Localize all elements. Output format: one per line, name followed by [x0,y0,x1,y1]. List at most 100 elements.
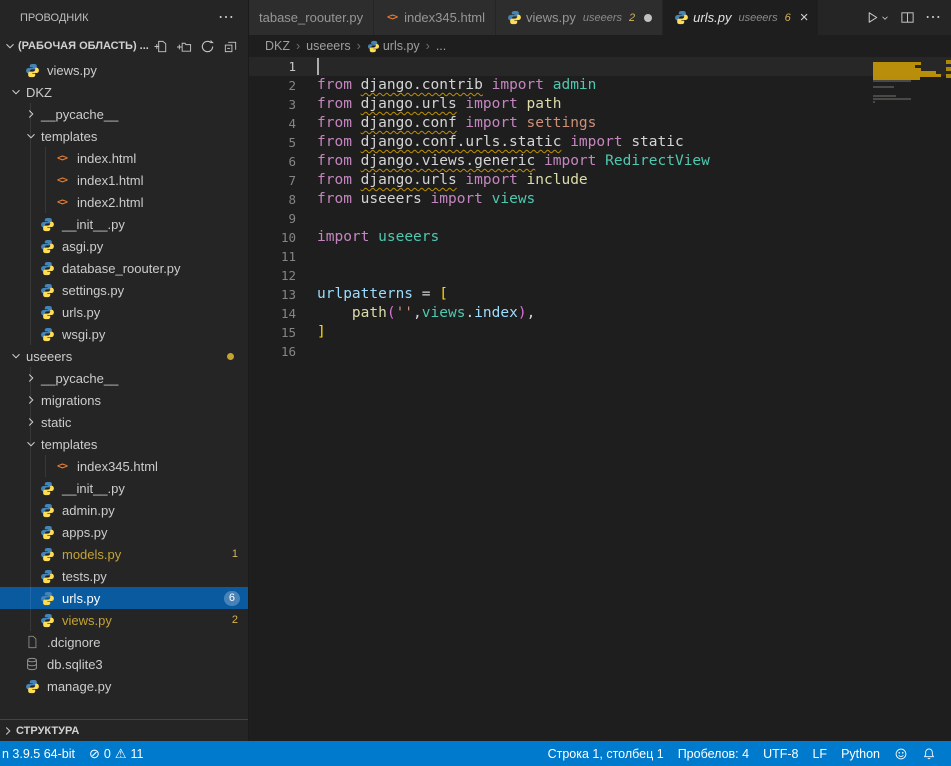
code-line-15[interactable]: 15] [249,323,951,342]
breadcrumb-item[interactable]: DKZ [265,39,290,53]
eol-status[interactable]: LF [805,741,834,766]
code-line-4[interactable]: 4from django.conf import settings [249,114,951,133]
code-line-13[interactable]: 13urlpatterns = [ [249,285,951,304]
file-tree: views.pyDKZ__pycache__templates<>index.h… [0,57,248,697]
tab-index345-html[interactable]: <>index345.html [374,0,496,35]
tab-tabase-roouter-py[interactable]: tabase_roouter.py [249,0,374,35]
line-number[interactable]: 8 [249,190,317,209]
run-button[interactable] [865,10,890,25]
new-file-button[interactable] [151,36,171,56]
line-number[interactable]: 5 [249,133,317,152]
line-number[interactable]: 13 [249,285,317,304]
code-line-10[interactable]: 10import useeers [249,228,951,247]
tree-item-settings-py[interactable]: settings.py [0,279,248,301]
code-line-8[interactable]: 8from useeers import views [249,190,951,209]
line-number[interactable]: 1 [249,57,317,76]
tree-item-index-html[interactable]: <>index.html [0,147,248,169]
tree-item-label: apps.py [62,525,108,540]
tree-item-wsgi-py[interactable]: wsgi.py [0,323,248,345]
code-line-7[interactable]: 7from django.urls import include [249,171,951,190]
code-token: '' [396,304,413,323]
code-line-3[interactable]: 3from django.urls import path [249,95,951,114]
feedback-button[interactable] [887,741,915,766]
python-icon [39,480,55,496]
line-number[interactable]: 4 [249,114,317,133]
tab-urls-py[interactable]: urls.pyuseeers6× [663,0,819,35]
line-number[interactable]: 9 [249,209,317,228]
line-number[interactable]: 6 [249,152,317,171]
tree-item-static[interactable]: static [0,411,248,433]
tree-item-label: urls.py [62,591,100,606]
tab-label: urls.py [693,10,731,25]
breadcrumb-item[interactable]: useeers [306,39,350,53]
new-folder-button[interactable] [174,36,194,56]
tree-item-admin-py[interactable]: admin.py [0,499,248,521]
tree-item-urls-py[interactable]: urls.py 6 [0,587,248,609]
tree-item-database-roouter-py[interactable]: database_roouter.py [0,257,248,279]
tab-views-py[interactable]: views.pyuseeers2 [496,0,663,35]
refresh-button[interactable] [197,36,217,56]
problems-badge: 6 [224,591,240,606]
line-number[interactable]: 3 [249,95,317,114]
line-number[interactable]: 15 [249,323,317,342]
errors-icon: ⊘ [89,747,100,760]
tree-item-index1-html[interactable]: <>index1.html [0,169,248,191]
indentation-status[interactable]: Пробелов: 4 [671,741,756,766]
code-line-12[interactable]: 12 [249,266,951,285]
code-token: , [527,304,536,323]
tree-item-templates[interactable]: templates [0,433,248,455]
code-line-11[interactable]: 11 [249,247,951,266]
tree-item-useeers[interactable]: useeers [0,345,248,367]
tree-item-manage-py[interactable]: manage.py [0,675,248,697]
breadcrumb-item[interactable]: ... [436,39,446,53]
line-number[interactable]: 12 [249,266,317,285]
code-line-5[interactable]: 5from django.conf.urls.static import sta… [249,133,951,152]
tree-item-init-py[interactable]: __init__.py [0,213,248,235]
code-line-16[interactable]: 16 [249,342,951,361]
tree-item-urls-py[interactable]: urls.py [0,301,248,323]
breadcrumb-item[interactable]: urls.py [383,39,420,53]
more-actions-icon[interactable]: ⋯ [925,10,941,26]
line-number[interactable]: 16 [249,342,317,361]
tree-item-views-py[interactable]: views.py2 [0,609,248,631]
more-actions-icon[interactable]: ⋯ [218,10,234,26]
split-editor-button[interactable] [900,10,915,25]
code-line-9[interactable]: 9 [249,209,951,228]
language-mode-status[interactable]: Python [834,741,887,766]
problems-status[interactable]: ⊘ 0 ⚠ 11 [82,741,151,766]
workspace-section-header[interactable]: (РАБОЧАЯ ОБЛАСТЬ) ... [0,35,248,57]
tree-item-apps-py[interactable]: apps.py [0,521,248,543]
line-number[interactable]: 10 [249,228,317,247]
tree-item-views-py[interactable]: views.py [0,59,248,81]
code-line-2[interactable]: 2from django.contrib import admin [249,76,951,95]
code-line-14[interactable]: 14 path('',views.index), [249,304,951,323]
tree-item-pycache[interactable]: __pycache__ [0,367,248,389]
tree-item-tests-py[interactable]: tests.py [0,565,248,587]
encoding-status[interactable]: UTF-8 [756,741,805,766]
code-line-1[interactable]: 1 [249,57,951,76]
tree-item-index345-html[interactable]: <>index345.html [0,455,248,477]
outline-section-header[interactable]: СТРУКТУРА [0,719,248,741]
close-icon[interactable]: × [800,10,809,25]
code-line-6[interactable]: 6from django.views.generic import Redire… [249,152,951,171]
tree-item-dkz[interactable]: DKZ [0,81,248,103]
notifications-button[interactable] [915,741,943,766]
line-number[interactable]: 7 [249,171,317,190]
tree-item-db-sqlite3[interactable]: db.sqlite3 [0,653,248,675]
tree-item-init-py[interactable]: __init__.py [0,477,248,499]
python-interpreter-status[interactable]: n 3.9.5 64-bit [0,741,82,766]
cursor-position-status[interactable]: Строка 1, столбец 1 [541,741,671,766]
line-number[interactable]: 2 [249,76,317,95]
tree-item-asgi-py[interactable]: asgi.py [0,235,248,257]
collapse-all-button[interactable] [220,36,240,56]
tree-item-index2-html[interactable]: <>index2.html [0,191,248,213]
minimap[interactable] [873,59,945,107]
line-number[interactable]: 14 [249,304,317,323]
tree-item-migrations[interactable]: migrations [0,389,248,411]
tree-item-models-py[interactable]: models.py1 [0,543,248,565]
tree-item-templates[interactable]: templates [0,125,248,147]
tree-item-pycache[interactable]: __pycache__ [0,103,248,125]
line-number[interactable]: 11 [249,247,317,266]
tab-bar: tabase_roouter.py<>index345.htmlviews.py… [249,0,951,35]
tree-item-dcignore[interactable]: .dcignore [0,631,248,653]
